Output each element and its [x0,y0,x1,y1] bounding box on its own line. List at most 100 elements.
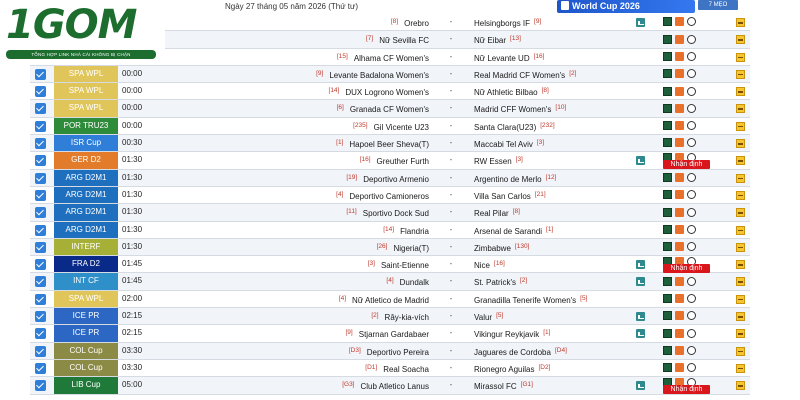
collapse-icon[interactable] [736,121,745,131]
home-team-cell[interactable]: [D1] Real Soacha [228,360,433,376]
home-team[interactable]: Stjarnan Gardabaer [359,330,429,339]
match-row[interactable]: FRA D2 01:45 [3] Saint-Etienne - Nice [16] Nhận… [30,256,750,274]
home-team-cell[interactable]: [1] Hapoel Beer Sheva(T) [228,135,433,151]
stats-table-icon[interactable] [663,34,672,44]
ball-icon[interactable] [687,51,696,61]
collapse-icon[interactable] [736,312,745,322]
league-badge[interactable]: INTERF [54,238,118,256]
away-team[interactable]: Granadilla Tenerife Women's [474,296,576,305]
away-team-cell[interactable]: Nữ Levante UD [16] [474,49,644,65]
stats-table-icon[interactable] [663,363,672,373]
home-team-cell[interactable]: [26] Nigeria(T) [228,239,433,255]
away-team-cell[interactable]: Granadilla Tenerife Women's [5] [474,291,644,307]
ball-icon[interactable] [687,242,696,252]
home-team-cell[interactable]: [19] Deportivo Armenio [228,170,433,186]
away-team[interactable]: Nữ Levante UD [474,54,530,63]
league-badge[interactable]: ISR Cup [54,135,118,152]
analysis-icon[interactable] [675,173,684,183]
away-team[interactable]: Santa Clara(U23) [474,123,536,132]
league-badge[interactable]: LIB Cup [54,377,118,394]
checkbox[interactable] [35,86,46,98]
league-badge[interactable]: SPA WPL [54,83,118,100]
match-row[interactable]: POR TRU23 00:00 [235] Gil Vicente U23 - Santa… [30,117,750,136]
league-badge[interactable]: SPA WPL [54,100,118,117]
collapse-icon[interactable] [736,363,745,373]
home-team[interactable]: Alhama CF Women's [354,54,429,63]
ball-icon[interactable] [687,34,696,44]
checkbox[interactable] [35,120,46,132]
analysis-icon[interactable] [675,69,684,79]
away-team[interactable]: Villa San Carlos [474,192,531,201]
collapse-icon[interactable] [736,173,745,183]
away-team[interactable]: Real Pilar [474,209,509,218]
stats-table-icon[interactable] [663,103,672,113]
checkbox[interactable] [35,172,46,184]
tv-icon[interactable] [636,277,645,287]
league-badge[interactable]: FRA D2 [54,256,118,273]
ball-icon[interactable] [687,346,696,356]
match-row[interactable]: ARG D2M1 01:30 [14] Flandria - Arsenal de Sar… [30,221,750,239]
ball-icon[interactable] [687,276,696,286]
match-row[interactable]: SPA WPL 00:00 [6] Granada CF Women's - Madrid… [30,100,750,118]
ball-icon[interactable] [687,207,696,217]
tv-icon[interactable] [636,381,645,391]
stats-table-icon[interactable] [663,121,672,131]
ball-icon[interactable] [687,294,696,304]
away-team[interactable]: Nữ Athletic Bilbao [474,88,538,97]
home-team-cell[interactable]: [11] Sportivo Dock Sud [228,204,433,220]
away-team[interactable]: Argentino de Merlo [474,175,542,184]
checkbox[interactable] [35,276,46,288]
analysis-icon[interactable] [675,242,684,252]
analysis-icon[interactable] [675,328,684,338]
ball-icon[interactable] [687,311,696,321]
away-team-cell[interactable]: Argentino de Merlo [12] [474,170,644,186]
away-team-cell[interactable]: Nữ Athletic Bilbao [8] [474,83,644,99]
away-team-cell[interactable]: Real Madrid CF Women's [2] [474,66,644,82]
analysis-icon[interactable] [675,224,684,234]
away-team[interactable]: Vikingur Reykjavik [474,330,539,339]
checkbox[interactable] [35,207,46,219]
analysis-icon[interactable] [675,103,684,113]
league-badge[interactable]: POR TRU23 [54,117,118,135]
collapse-icon[interactable] [736,381,745,391]
away-team[interactable]: Nữ Eibar [474,36,506,45]
analysis-icon[interactable] [675,207,684,217]
home-team-cell[interactable]: [6] Granada CF Women's [228,100,433,116]
match-row[interactable]: ARG D2M1 01:30 [4] Deportivo Camioneros - Vil… [30,186,750,205]
home-team[interactable]: Nigeria(T) [393,244,429,253]
tips-button[interactable]: 7 MẸO [698,0,738,10]
home-team[interactable]: Deportivo Camioneros [349,192,429,201]
collapse-icon[interactable] [736,329,745,339]
home-team[interactable]: Greuther Furth [377,157,429,166]
ball-icon[interactable] [687,224,696,234]
stats-table-icon[interactable] [663,346,672,356]
collapse-icon[interactable] [736,277,745,287]
league-badge[interactable]: INT CF [54,273,118,290]
away-team[interactable]: Jaguares de Cordoba [474,348,551,357]
league-badge[interactable]: SPA WPL [54,290,118,308]
away-team[interactable]: Valur [474,313,492,322]
away-team-cell[interactable]: Nữ Eibar [13] [474,31,644,47]
collapse-icon[interactable] [736,18,745,27]
checkbox[interactable] [35,138,46,150]
nhan-dinh-button[interactable]: Nhận định [663,264,710,274]
match-row[interactable]: ICE PR 02:15 [2] Rây-kia-vích - Valur [5] [30,308,750,326]
stats-table-icon[interactable] [663,276,672,286]
collapse-icon[interactable] [736,260,745,270]
checkbox[interactable] [35,328,46,340]
home-team[interactable]: Granada CF Women's [350,105,429,114]
home-team[interactable]: Hapoel Beer Sheva(T) [349,140,429,149]
tv-icon[interactable] [636,312,645,322]
away-team[interactable]: Zimbabwe [474,244,511,253]
match-row[interactable]: SPA WPL 00:00 [9] Levante Badalona Women's -… [30,65,750,84]
checkbox[interactable] [35,380,46,392]
ball-icon[interactable] [687,328,696,338]
analysis-icon[interactable] [675,138,684,148]
match-row[interactable]: ISR Cup 00:30 [1] Hapoel Beer Sheva(T) - Macc… [30,135,750,153]
home-team-cell[interactable]: [9] Levante Badalona Women's [228,66,433,82]
away-team-cell[interactable]: Vikingur Reykjavik [1] [474,325,644,341]
tv-icon[interactable] [636,156,645,166]
away-team-cell[interactable]: Nice [16] [474,256,644,272]
tv-icon[interactable] [636,329,645,339]
analysis-icon[interactable] [675,51,684,61]
